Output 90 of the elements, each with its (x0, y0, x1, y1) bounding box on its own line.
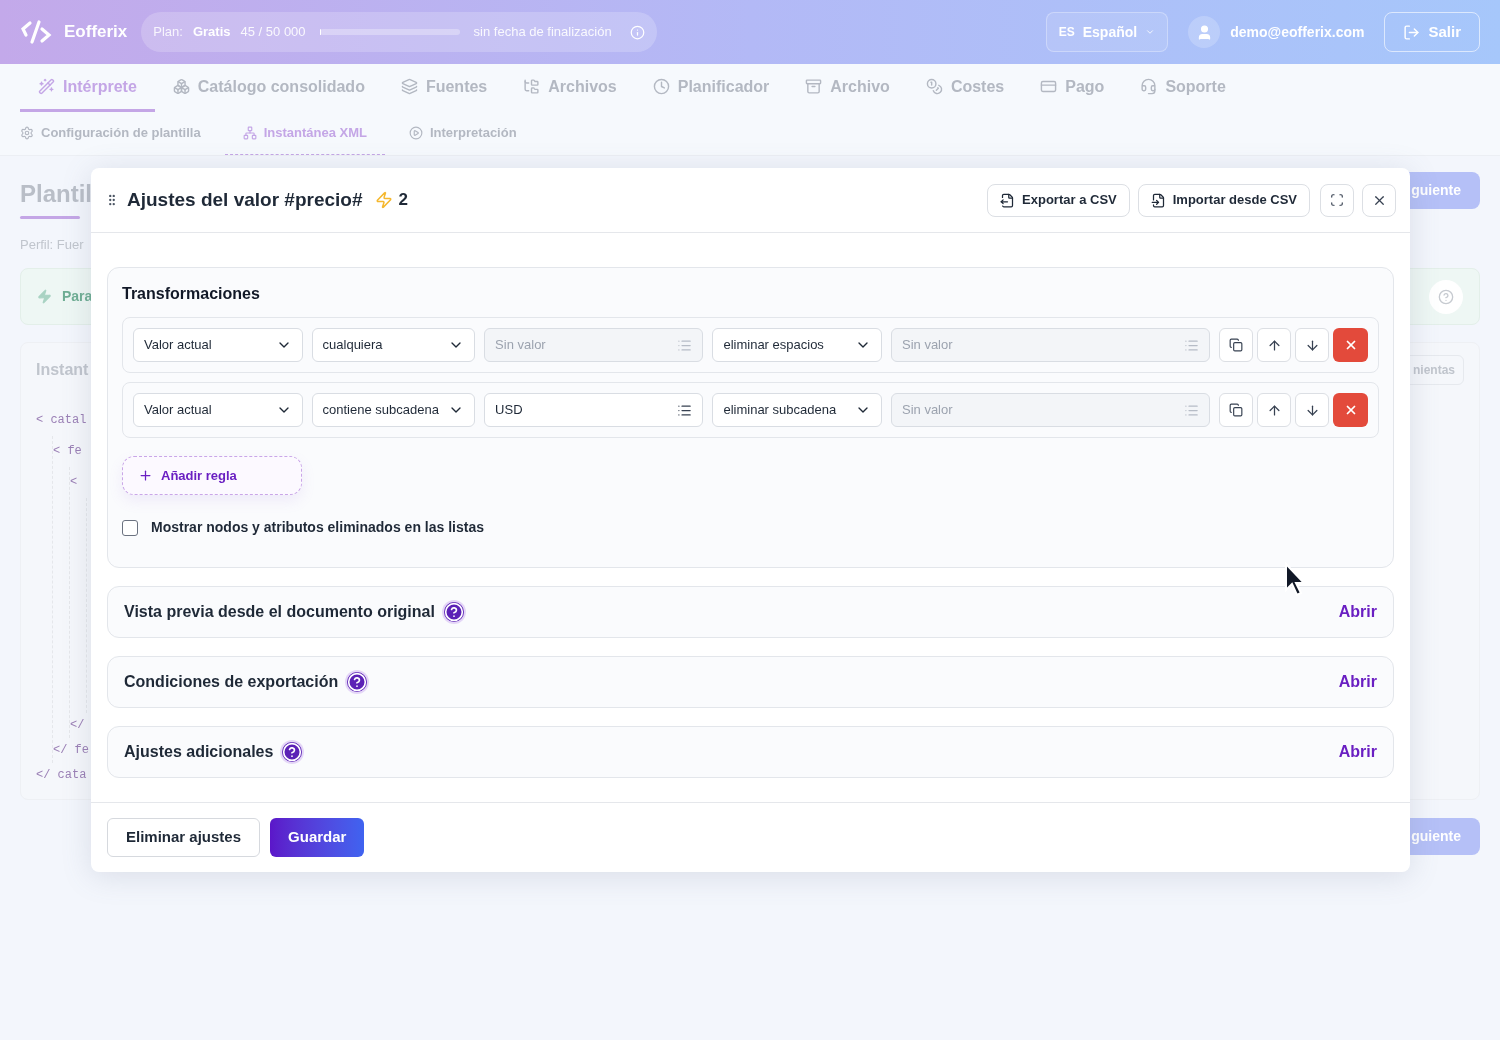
section-title: Vista previa desde el documento original (124, 602, 435, 622)
import-button[interactable]: Importar desde CSV (1137, 183, 1310, 217)
nav-tab[interactable]: Archivo (787, 64, 908, 112)
plus-icon (138, 468, 153, 483)
checkbox-label: Mostrar nodos y atributos eliminados en las listas (151, 518, 484, 537)
arrow-down-icon (1304, 402, 1320, 418)
dropdown[interactable]: eliminar espacios (712, 328, 882, 362)
value-field[interactable]: USD (484, 393, 704, 427)
section-title: Transformaciones (122, 284, 261, 304)
user-email: demo@eofferix.com (1230, 22, 1365, 42)
collapsible-section[interactable]: Ajustes adicionales Abrir (107, 726, 1394, 778)
dropdown[interactable]: cualquiera (311, 328, 476, 362)
open-link[interactable]: Abrir (1338, 670, 1377, 694)
bolt-icon (374, 191, 393, 209)
nav-tab[interactable]: Fuentes (382, 64, 506, 112)
sub-tab[interactable]: Instantánea XML (224, 112, 385, 155)
layers-icon (400, 78, 418, 95)
open-link[interactable]: Abrir (1338, 600, 1377, 624)
caret-icon (1145, 27, 1156, 37)
collapsible-section[interactable]: Condiciones de exportación Abrir (107, 656, 1394, 708)
logout-button[interactable]: Salir (1384, 12, 1480, 52)
copy-icon (1229, 403, 1243, 417)
section-title: Ajustes adicionales (124, 742, 274, 762)
move-up-button[interactable] (1257, 393, 1291, 427)
usage-count: 45 / 50 000 (240, 23, 306, 42)
delete-button[interactable] (1333, 328, 1368, 362)
headset-icon (1140, 78, 1158, 95)
nav-tab[interactable]: Planificador (634, 64, 788, 112)
page-title: Plantil (20, 179, 92, 209)
code-line: < (70, 474, 78, 491)
archive-icon (805, 78, 823, 95)
delete-settings-button[interactable]: Eliminar ajustes (107, 818, 261, 857)
nav-tab[interactable]: Catálogo consolidado (154, 64, 383, 112)
code-line: </ fe (53, 742, 89, 759)
move-up-button[interactable] (1257, 328, 1291, 362)
bolt-icon (37, 289, 52, 304)
dropdown[interactable]: eliminar subcadena (712, 393, 882, 427)
wand-icon (38, 78, 55, 95)
delete-button[interactable] (1333, 393, 1368, 427)
plan-label: Plan: (153, 23, 183, 42)
code-line: </ (70, 717, 85, 734)
code-line: < fe (53, 443, 82, 460)
boxes-icon (172, 78, 190, 95)
play-icon (408, 126, 423, 140)
brand-name: Eofferix (64, 21, 128, 44)
logo-icon (20, 19, 52, 45)
list-icon (1184, 402, 1199, 418)
checkbox[interactable] (122, 519, 138, 536)
code-line: </ cata (36, 767, 87, 784)
file-export-icon (1000, 192, 1016, 208)
coins-icon (925, 78, 943, 95)
dropdown[interactable]: contiene subcadena (311, 393, 476, 427)
list-icon (677, 402, 693, 418)
nav-tab[interactable]: Soporte (1122, 64, 1244, 112)
rule-count: 2 (398, 189, 408, 212)
file-import-icon (1150, 192, 1166, 208)
language-select[interactable]: ES Español (1045, 12, 1169, 52)
list-icon (677, 337, 693, 353)
hint-text: Para (62, 287, 93, 306)
move-down-button[interactable] (1295, 328, 1329, 362)
folder-tree-icon (523, 78, 541, 95)
move-down-button[interactable] (1295, 393, 1329, 427)
nav-tab[interactable]: Pago (1022, 64, 1123, 112)
nav-tab[interactable]: Archivos (505, 64, 635, 112)
duplicate-button[interactable] (1219, 328, 1253, 362)
dropdown[interactable]: Valor actual (133, 393, 303, 427)
plan-name: Gratis (192, 23, 231, 42)
dropdown[interactable]: Valor actual (133, 328, 303, 362)
code-line: < catal (36, 412, 87, 429)
hierarchy-icon (242, 126, 257, 140)
expand-icon (1330, 193, 1344, 207)
export-button[interactable]: Exportar a CSV (987, 183, 1130, 217)
clock-icon (652, 78, 670, 95)
open-link[interactable]: Abrir (1338, 740, 1377, 764)
collapsible-section[interactable]: Vista previa desde el documento original Abrir (107, 586, 1394, 638)
copy-icon (1229, 338, 1243, 352)
settings-icon (20, 126, 34, 140)
credit-card-icon (1040, 78, 1058, 95)
logout-icon (1403, 23, 1421, 41)
sub-tab[interactable]: Configuración de plantilla (20, 112, 201, 155)
fullscreen-button[interactable] (1320, 183, 1354, 217)
dialog-title: Ajustes del valor #precio# (127, 187, 363, 212)
add-rule-button[interactable]: Añadir regla (122, 456, 302, 495)
section-title: Condiciones de exportación (124, 672, 339, 692)
list-icon (1184, 337, 1199, 353)
duplicate-button[interactable] (1219, 393, 1253, 427)
save-button[interactable]: Guardar (270, 818, 365, 857)
nav-tab[interactable]: Costes (907, 64, 1023, 112)
arrow-down-icon (1304, 337, 1320, 353)
sub-tab[interactable]: Interpretación (408, 112, 517, 155)
